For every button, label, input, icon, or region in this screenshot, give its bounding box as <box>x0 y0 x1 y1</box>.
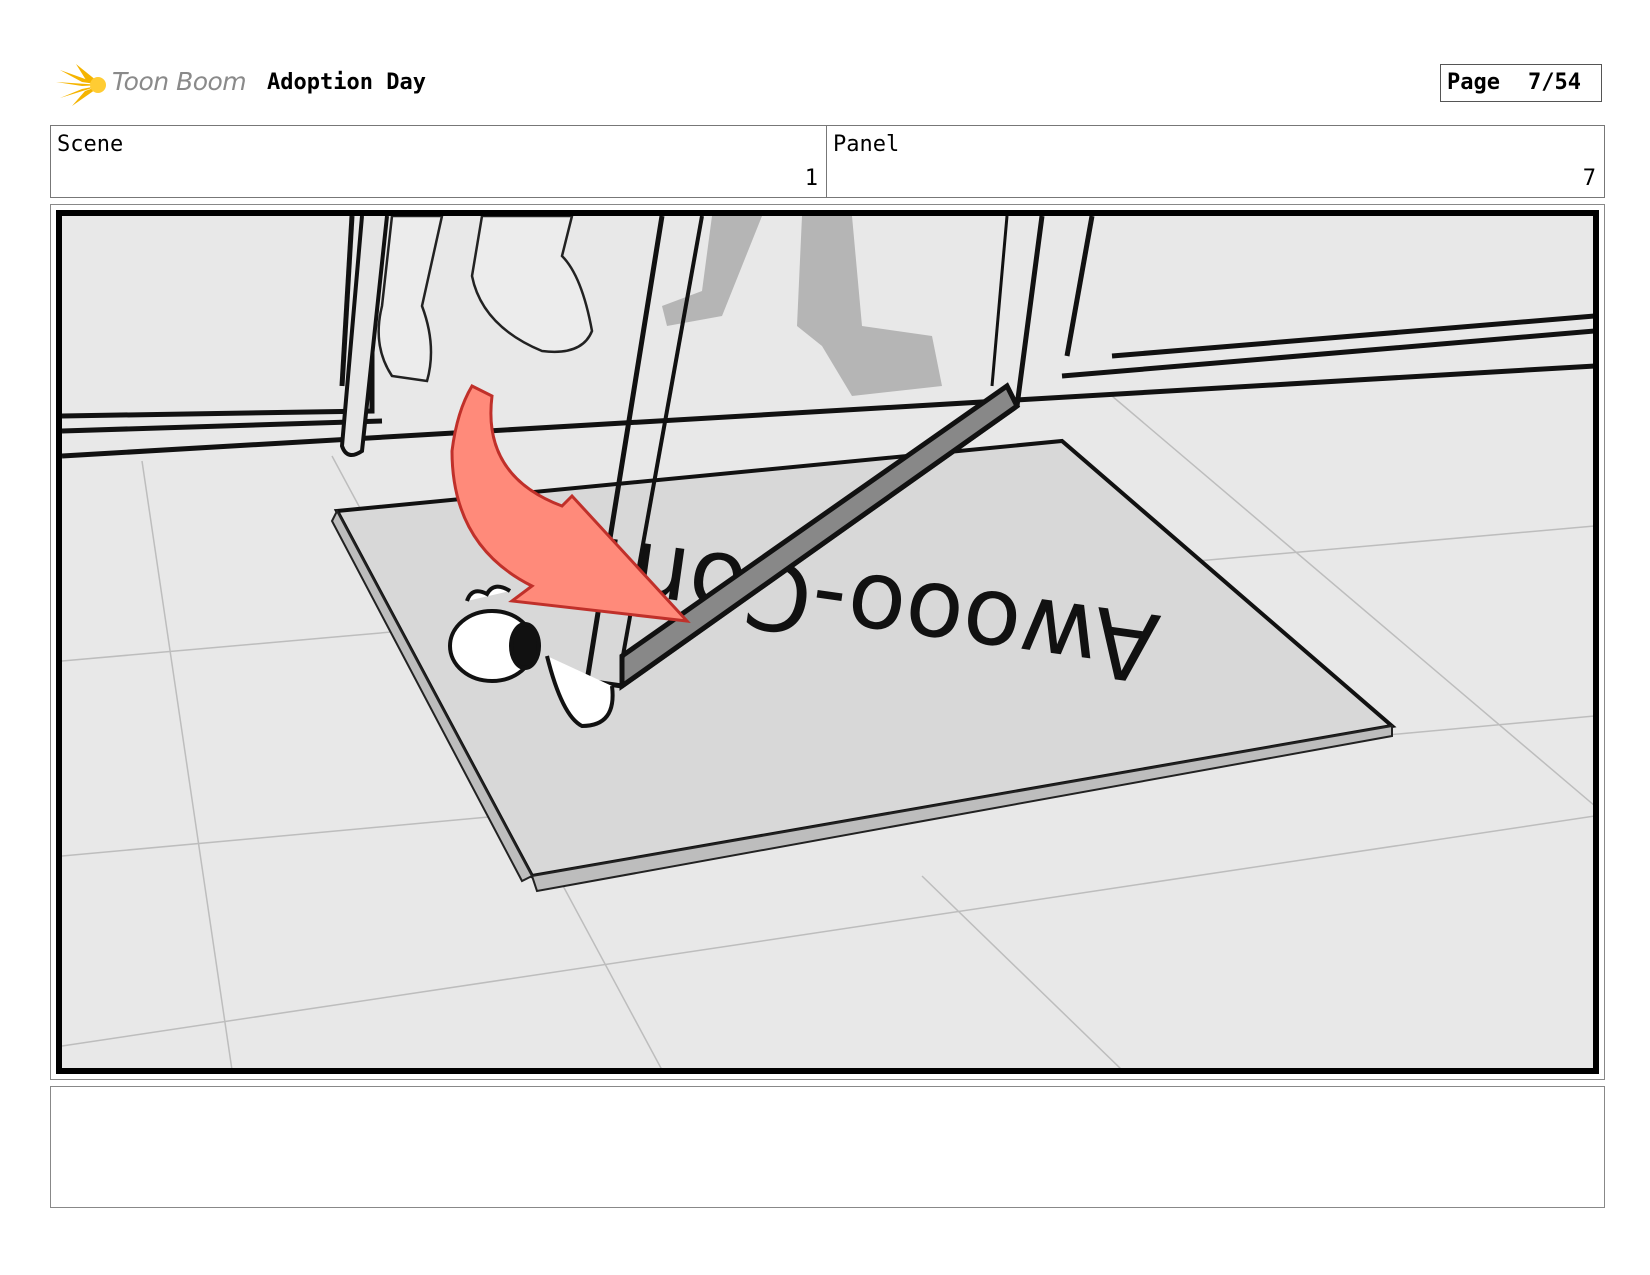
scene-value: 1 <box>804 166 818 191</box>
panel-value: 7 <box>1582 166 1596 191</box>
scene-label: Scene <box>57 132 124 157</box>
page-label: Page <box>1447 70 1500 95</box>
toon-boom-logo: Toon Boom <box>54 60 254 110</box>
storyboard-header: Toon Boom Adoption Day Page 7/54 <box>50 60 1610 110</box>
scene-panel-row: Scene 1 Panel 7 <box>50 125 1605 198</box>
storyboard-sketch: Awooo-Com <box>62 216 1593 1068</box>
scene-cell: Scene 1 <box>51 126 827 197</box>
panel-drawing: Awooo-Com <box>56 210 1599 1074</box>
project-title: Adoption Day <box>267 70 426 95</box>
panel-label: Panel <box>833 132 900 157</box>
page-number: 7/54 <box>1527 70 1581 95</box>
panel-frame: Awooo-Com <box>50 204 1605 1080</box>
notes-box <box>50 1086 1605 1208</box>
brand-name: Toon Boom <box>112 67 247 96</box>
panel-cell: Panel 7 <box>827 126 1604 197</box>
starburst-icon <box>56 64 106 106</box>
page-indicator: Page 7/54 <box>1440 64 1602 102</box>
